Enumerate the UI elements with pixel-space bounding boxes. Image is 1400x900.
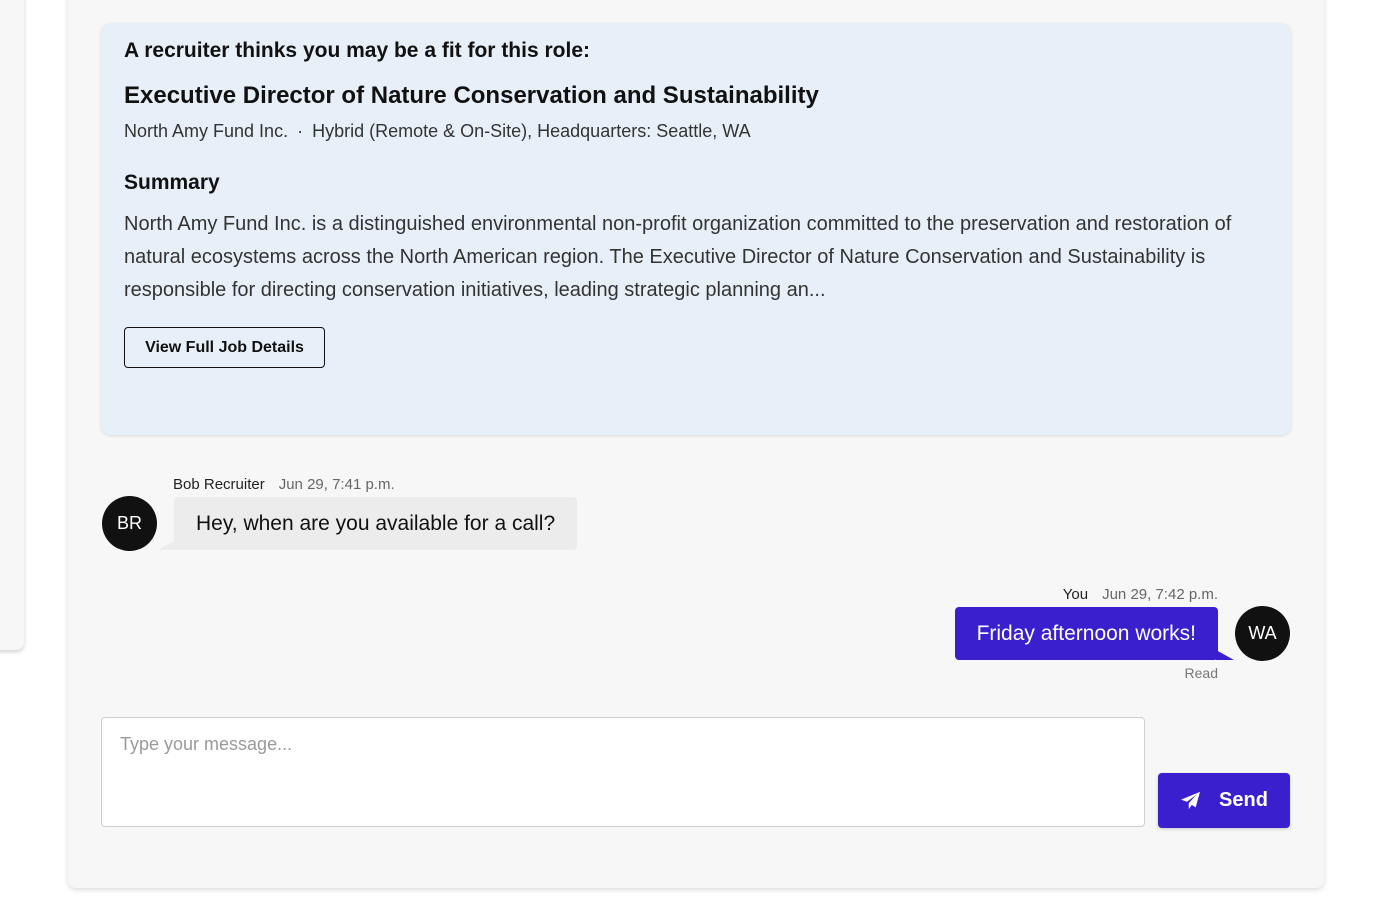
job-location: Hybrid (Remote & On-Site), Headquarters:…: [312, 121, 751, 141]
send-button-label: Send: [1219, 789, 1268, 811]
job-meta: North Amy Fund Inc. · Hybrid (Remote & On-…: [124, 121, 751, 142]
job-title: Executive Director of Nature Conservatio…: [124, 82, 819, 109]
meta-separator: ·: [297, 121, 304, 141]
avatar-recruiter: BR: [102, 496, 157, 551]
sender-name: Bob Recruiter: [173, 476, 265, 493]
message-meta-incoming: Bob Recruiter Jun 29, 7:41 p.m.: [173, 476, 395, 493]
job-recommendation-card: A recruiter thinks you may be a fit for …: [101, 23, 1291, 435]
avatar-user: WA: [1235, 606, 1290, 661]
summary-heading: Summary: [124, 171, 220, 194]
message-bubble-outgoing: Friday afternoon works!: [954, 607, 1235, 660]
left-sidebar-panel: [0, 0, 24, 650]
company-name: North Amy Fund Inc.: [124, 121, 289, 141]
fit-intro-text: A recruiter thinks you may be a fit for …: [124, 39, 590, 62]
send-button[interactable]: Send: [1158, 773, 1290, 828]
paper-plane-icon: [1180, 791, 1201, 810]
view-job-details-button[interactable]: View Full Job Details: [124, 327, 325, 368]
message-timestamp: Jun 29, 7:42 p.m.: [1102, 586, 1218, 603]
message-meta-outgoing: You Jun 29, 7:42 p.m.: [1063, 586, 1218, 603]
summary-text: North Amy Fund Inc. is a distinguished e…: [124, 213, 1232, 301]
conversation-panel: A recruiter thinks you may be a fit for …: [68, 0, 1324, 888]
message-timestamp: Jun 29, 7:41 p.m.: [278, 476, 395, 493]
read-receipt: Read: [1184, 665, 1218, 681]
message-bubble-incoming: Hey, when are you available for a call?: [157, 497, 578, 550]
sender-name: You: [1062, 586, 1089, 603]
message-input[interactable]: [101, 717, 1145, 827]
